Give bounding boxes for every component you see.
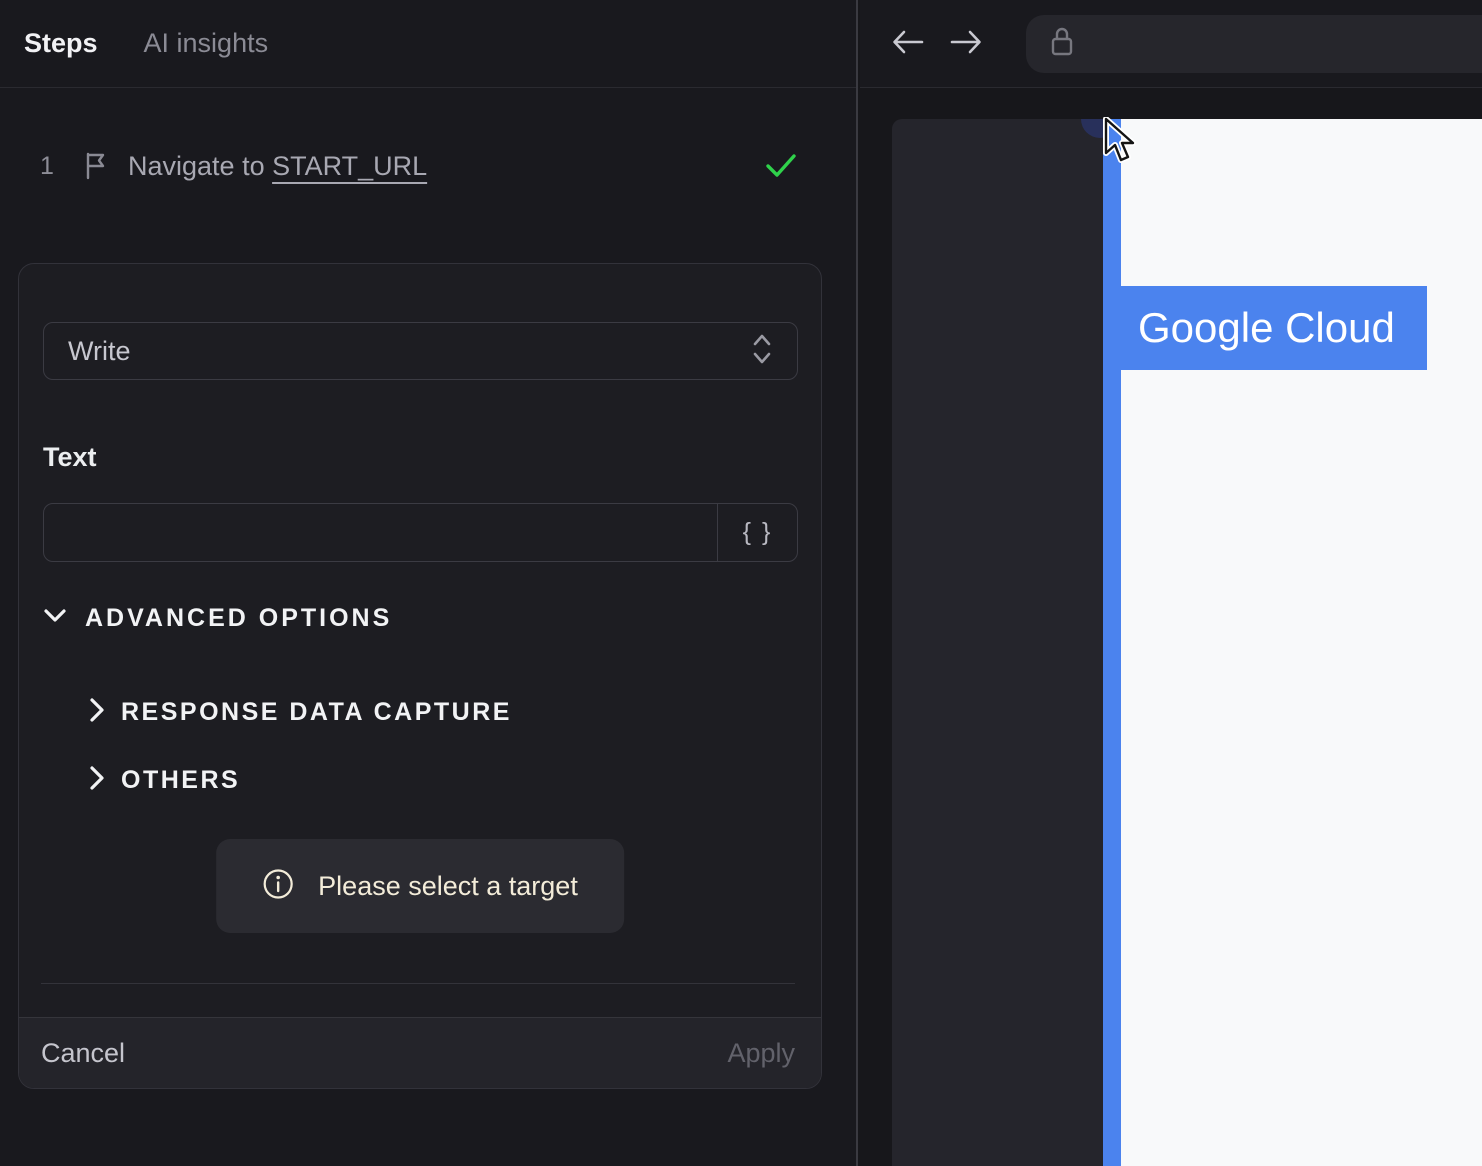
info-icon — [262, 868, 294, 905]
back-button[interactable] — [890, 27, 926, 61]
browser-toolbar — [860, 0, 1482, 88]
left-header: Steps AI insights — [0, 0, 856, 88]
preview-top-gap — [860, 88, 1482, 119]
browser-preview-panel: Google Cloud — [860, 0, 1482, 1166]
arrow-right-icon — [948, 27, 984, 62]
select-target-notice: Please select a target — [216, 839, 624, 933]
tab-steps[interactable]: Steps — [24, 28, 98, 59]
step-number: 1 — [40, 151, 54, 180]
others-label: OTHERS — [121, 766, 241, 794]
action-select[interactable]: Write — [43, 322, 798, 380]
select-target-notice-text: Please select a target — [318, 870, 578, 901]
others-toggle[interactable]: OTHERS — [89, 765, 240, 796]
text-field-label: Text — [43, 442, 97, 472]
apply-button[interactable]: Apply — [727, 1038, 795, 1069]
text-input[interactable] — [44, 504, 717, 561]
step-title-text: Navigate to — [128, 150, 273, 181]
footer-divider — [41, 983, 795, 984]
text-input-group: { } — [43, 503, 798, 562]
step-editor-card: Write Text { } ADVANCED OPTIONS RESPONSE… — [18, 263, 822, 1089]
response-data-capture-toggle[interactable]: RESPONSE DATA CAPTURE — [89, 697, 512, 728]
cursor-pointer-icon — [1103, 116, 1147, 172]
highlighted-target-element[interactable]: Google Cloud — [1121, 286, 1427, 370]
address-bar[interactable] — [1026, 15, 1482, 73]
preview-page-content[interactable] — [1121, 119, 1482, 1166]
lock-icon — [1048, 24, 1076, 65]
chevron-up-down-icon — [751, 332, 773, 371]
chevron-right-icon — [89, 697, 105, 728]
action-select-value: Write — [68, 335, 131, 366]
step-title: Navigate to START_URL — [128, 151, 427, 182]
step-row[interactable]: 1 Navigate to START_URL — [40, 144, 856, 188]
highlighted-divider-stripe — [1103, 119, 1121, 1166]
cancel-button[interactable]: Cancel — [41, 1038, 125, 1069]
start-url-link[interactable]: START_URL — [272, 151, 427, 181]
response-data-capture-label: RESPONSE DATA CAPTURE — [121, 698, 512, 726]
advanced-options-label: ADVANCED OPTIONS — [85, 604, 393, 632]
check-icon — [764, 151, 798, 181]
tab-ai-insights[interactable]: AI insights — [144, 28, 269, 59]
arrow-left-icon — [890, 27, 926, 62]
braces-icon: { } — [742, 518, 773, 546]
steps-panel: Steps AI insights 1 Navigate to START_UR… — [0, 0, 858, 1166]
insert-variable-button[interactable]: { } — [717, 504, 797, 561]
editor-footer: Cancel Apply — [19, 1017, 821, 1088]
flag-icon — [82, 151, 110, 181]
advanced-options-toggle[interactable]: ADVANCED OPTIONS — [43, 604, 392, 633]
forward-button[interactable] — [948, 27, 984, 61]
preview-page-sidebar[interactable] — [892, 119, 1103, 1166]
chevron-down-icon — [43, 608, 67, 629]
chevron-right-icon — [89, 765, 105, 796]
